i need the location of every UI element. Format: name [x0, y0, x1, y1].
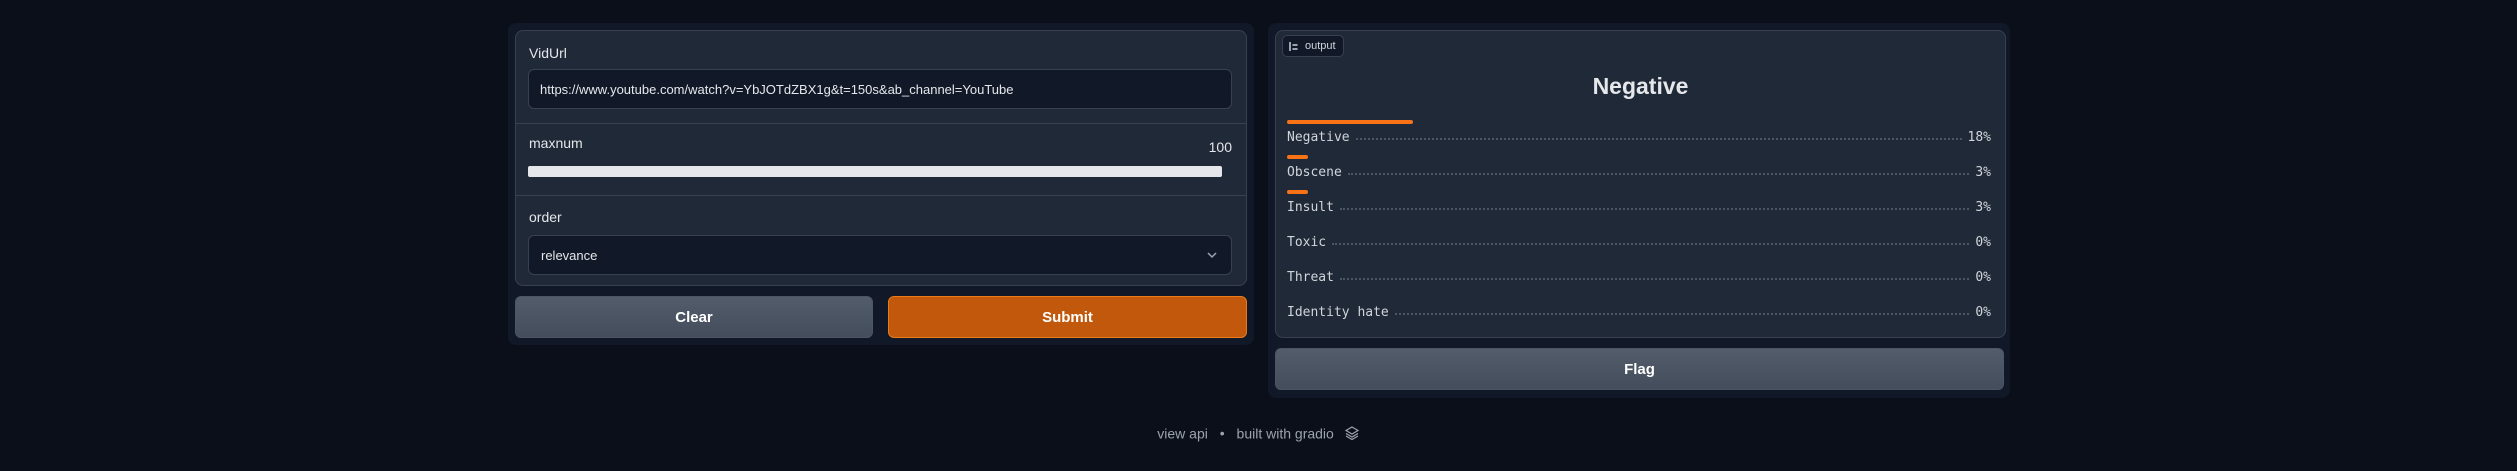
output-tag-label: output: [1305, 40, 1336, 52]
dotted-leader: [1339, 278, 1970, 280]
confidence-class-name: Obscene: [1287, 165, 1342, 180]
maxnum-label: maxnum: [529, 135, 583, 151]
footer-separator: •: [1219, 425, 1225, 442]
order-field: order relevance: [516, 195, 1246, 285]
confidence-percent: 3%: [1975, 165, 1991, 180]
view-api-link[interactable]: view api: [1157, 425, 1208, 441]
confidence-line: Obscene 3%: [1287, 165, 1991, 180]
maxnum-slider-fill: [528, 166, 1222, 177]
confidence-class-name: Threat: [1287, 270, 1334, 285]
maxnum-value[interactable]: 100: [1209, 139, 1232, 155]
order-selected-value: relevance: [541, 248, 598, 263]
input-panel: VidUrl https://www.youtube.com/watch?v=Y…: [508, 23, 1254, 345]
confidence-line: Toxic 0%: [1287, 235, 1991, 250]
label-icon: [1289, 41, 1298, 51]
chevron-down-icon: [1207, 252, 1217, 259]
vidurl-input[interactable]: https://www.youtube.com/watch?v=YbJOTdZB…: [528, 69, 1232, 109]
order-dropdown[interactable]: relevance: [528, 235, 1232, 275]
confidence-percent: 0%: [1975, 305, 1991, 320]
confidence-row: Negative 18%: [1287, 120, 1991, 155]
vidurl-label: VidUrl: [529, 45, 567, 61]
confidence-line: Identity hate 0%: [1287, 305, 1991, 320]
confidence-class-name: Negative: [1287, 130, 1350, 145]
output-label-box: output Negative Negative 18% Obscene 3% Insu…: [1275, 30, 2006, 338]
confidence-row: Insult 3%: [1287, 190, 1991, 225]
vidurl-field: VidUrl https://www.youtube.com/watch?v=Y…: [516, 31, 1246, 124]
dotted-leader: [1355, 138, 1962, 140]
dotted-leader: [1332, 243, 1970, 245]
maxnum-slider[interactable]: [528, 166, 1222, 177]
flag-button[interactable]: Flag: [1275, 348, 2004, 390]
confidence-percent: 0%: [1975, 235, 1991, 250]
confidence-line: Insult 3%: [1287, 200, 1991, 215]
dotted-leader: [1347, 173, 1970, 175]
confidence-percent: 3%: [1975, 200, 1991, 215]
confidence-line: Negative 18%: [1287, 130, 1991, 145]
output-panel: output Negative Negative 18% Obscene 3% Insu…: [1268, 23, 2010, 398]
confidence-class-name: Toxic: [1287, 235, 1327, 250]
predicted-label: Negative: [1592, 73, 1689, 99]
confidence-row: Toxic 0%: [1287, 225, 1991, 260]
gradio-logo-icon: [1344, 426, 1359, 441]
confidence-row: Obscene 3%: [1287, 155, 1991, 190]
confidence-row: Threat 0%: [1287, 260, 1991, 295]
input-form: VidUrl https://www.youtube.com/watch?v=Y…: [515, 30, 1247, 286]
order-label: order: [529, 209, 562, 225]
submit-button[interactable]: Submit: [888, 296, 1247, 338]
output-tag: output: [1282, 35, 1344, 57]
dotted-leader: [1394, 313, 1970, 315]
dotted-leader: [1339, 208, 1970, 210]
clear-button[interactable]: Clear: [515, 296, 873, 338]
confidence-class-name: Insult: [1287, 200, 1334, 215]
confidence-bar: [1287, 120, 1413, 124]
confidence-percent: 18%: [1967, 130, 1991, 145]
confidence-row: Identity hate 0%: [1287, 295, 1991, 330]
maxnum-field: maxnum 100: [516, 123, 1246, 196]
footer: view api • built with gradio: [0, 424, 2517, 441]
confidence-bar: [1287, 190, 1308, 194]
confidence-bar: [1287, 155, 1308, 159]
confidence-line: Threat 0%: [1287, 270, 1991, 285]
confidence-percent: 0%: [1975, 270, 1991, 285]
built-with-gradio-link[interactable]: built with gradio: [1237, 425, 1334, 441]
confidence-class-name: Identity hate: [1287, 305, 1389, 320]
